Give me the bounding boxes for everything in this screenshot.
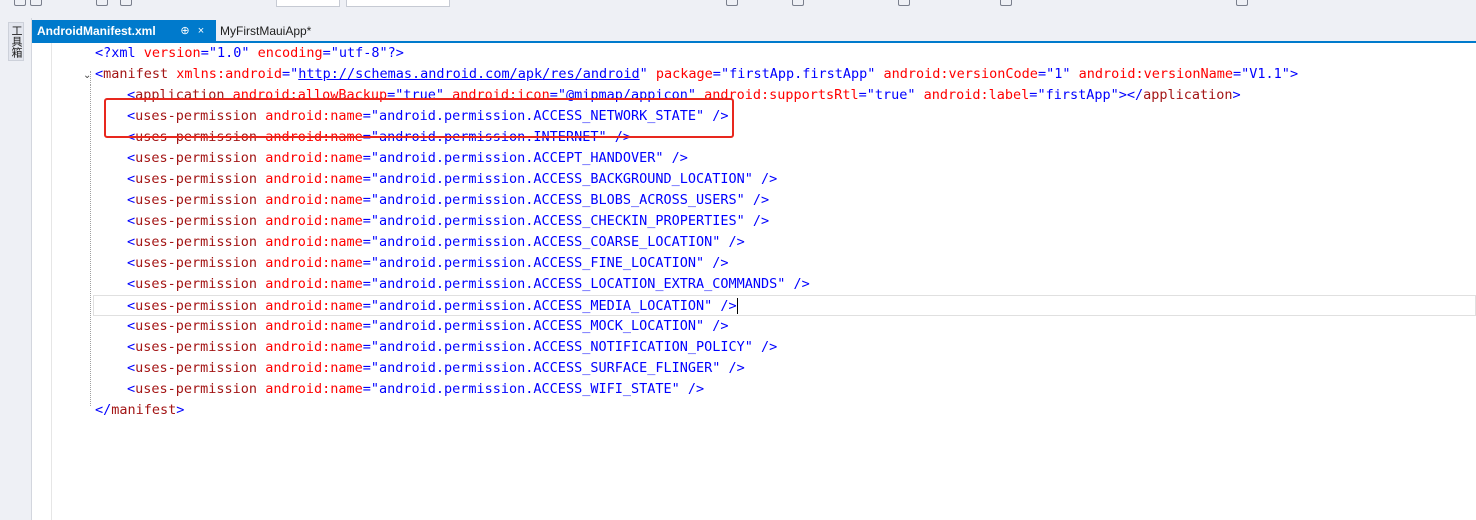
document-tab-bar: AndroidManifest.xml ⊕ × MyFirstMauiApp*	[32, 20, 1476, 41]
uses-permission-line: <uses-permission android:name="android.p…	[127, 381, 705, 397]
editor-margin	[32, 43, 52, 520]
toolbar-format-icon[interactable]	[898, 0, 910, 6]
toolbar-tools-icon[interactable]	[792, 0, 804, 6]
red-highlight-box	[104, 98, 734, 138]
uses-permission-line: <uses-permission android:name="android.p…	[127, 213, 770, 229]
uses-permission-line: <uses-permission android:name="android.p…	[127, 339, 778, 355]
code-line: <?xml version="1.0" encoding="utf-8"?>	[95, 45, 404, 61]
text-caret	[736, 298, 738, 314]
toolbox-side-tab[interactable]: 工具箱	[8, 22, 24, 61]
schema-link[interactable]: http://schemas.android.com/apk/res/andro…	[298, 66, 639, 82]
code-line: </manifest>	[95, 402, 185, 418]
toolbar-open-icon[interactable]	[96, 0, 108, 6]
toolbar-save-icon[interactable]	[120, 0, 132, 6]
uses-permission-line: <uses-permission android:name="android.p…	[127, 150, 688, 166]
uses-permission-line: <uses-permission android:name="android.p…	[93, 295, 1476, 316]
code-editor[interactable]: ⌄ <?xml version="1.0" encoding="utf-8"?>…	[32, 43, 1476, 520]
toolbar-comment-icon[interactable]	[1000, 0, 1012, 6]
toolbar-back-icon[interactable]	[14, 0, 26, 6]
uses-permission-line: <uses-permission android:name="android.p…	[127, 360, 745, 376]
tab-myfirstmauiapp[interactable]: MyFirstMauiApp*	[216, 20, 356, 41]
toolbox-label: 工具箱	[10, 25, 23, 58]
tab-androidmanifest[interactable]: AndroidManifest.xml ⊕ ×	[32, 20, 216, 41]
uses-permission-line: <uses-permission android:name="android.p…	[127, 171, 778, 187]
toolbar-bookmark-icon[interactable]	[1236, 0, 1248, 6]
uses-permission-line: <uses-permission android:name="android.p…	[127, 318, 729, 334]
uses-permission-line: <uses-permission android:name="android.p…	[127, 255, 729, 271]
collapse-icon[interactable]: ⌄	[83, 71, 93, 81]
toolbar-forward-icon[interactable]	[30, 0, 42, 6]
tab-label: MyFirstMauiApp*	[220, 23, 312, 38]
uses-permission-line: <uses-permission android:name="android.p…	[127, 234, 745, 250]
pin-icon[interactable]: ⊕	[177, 23, 193, 39]
toolbar	[0, 0, 1476, 18]
code-line: <manifest xmlns:android="http://schemas.…	[95, 66, 1299, 82]
toolbar-run-icon[interactable]	[726, 0, 738, 6]
close-icon[interactable]: ×	[193, 23, 209, 39]
indent-guide	[90, 85, 91, 406]
side-panel-strip: 工具箱	[0, 18, 32, 520]
uses-permission-line: <uses-permission android:name="android.p…	[127, 276, 810, 292]
uses-permission-line: <uses-permission android:name="android.p…	[127, 192, 770, 208]
toolbar-platform-combo[interactable]	[346, 0, 450, 7]
tab-label: AndroidManifest.xml	[37, 23, 156, 38]
toolbar-config-combo[interactable]	[276, 0, 340, 7]
